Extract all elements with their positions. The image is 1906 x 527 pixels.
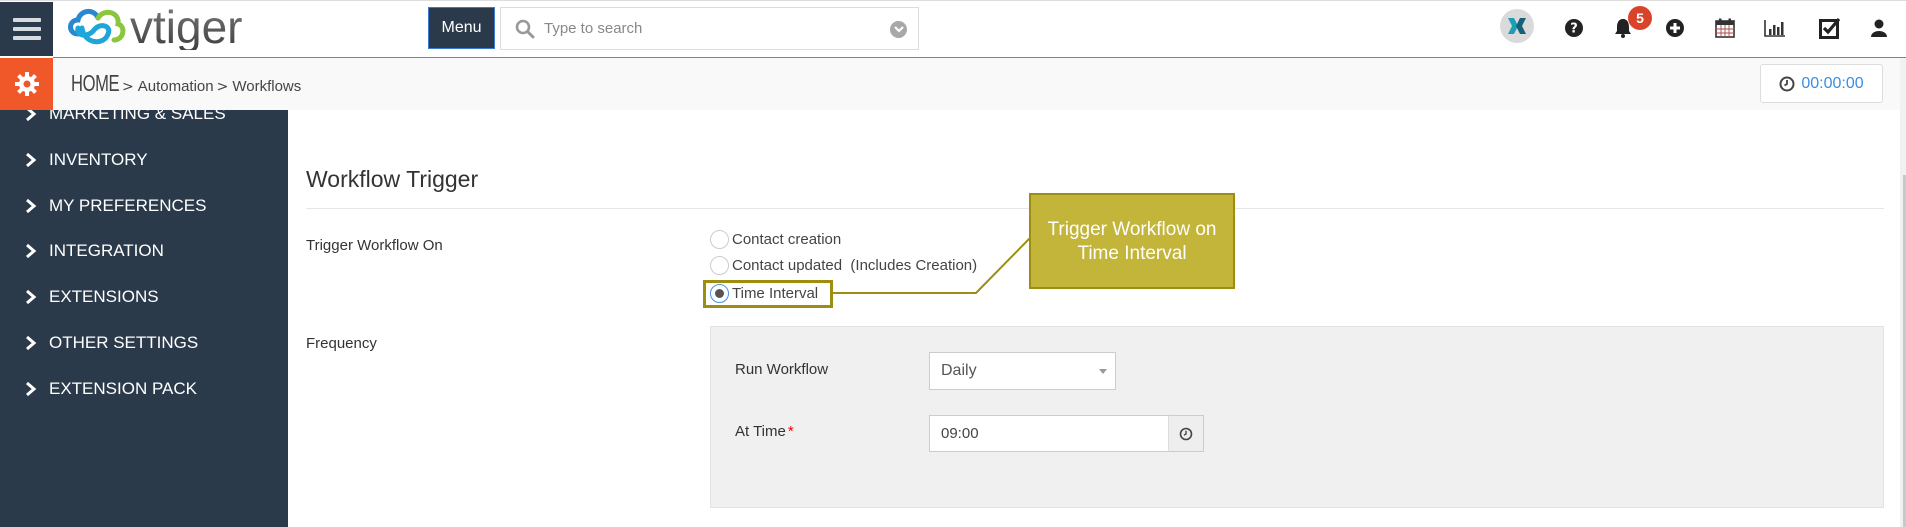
radio-button[interactable]: [710, 256, 729, 275]
radio-time-interval[interactable]: Time Interval: [710, 284, 818, 303]
chevron-right-icon: [26, 289, 37, 305]
clock-icon: [1179, 427, 1193, 440]
chevron-right-icon: [26, 243, 37, 259]
x-app-icon[interactable]: [1500, 9, 1534, 43]
menu-button[interactable]: Menu: [428, 7, 495, 49]
global-search[interactable]: [500, 7, 919, 50]
sidebar-item-inventory[interactable]: INVENTORY: [25, 150, 148, 170]
timer-value: 00:00:00: [1801, 74, 1864, 92]
notification-count-badge: 5: [1628, 6, 1652, 30]
run-workflow-select[interactable]: Daily: [929, 352, 1116, 390]
section-title: Workflow Trigger: [306, 166, 479, 192]
time-picker-button[interactable]: [1168, 415, 1204, 452]
radio-button[interactable]: [710, 230, 729, 249]
hamburger-icon-bar: [12, 27, 41, 31]
sidebar-item-my-preferences[interactable]: MY PREFERENCES: [25, 196, 206, 216]
calendar-icon[interactable]: [1710, 13, 1740, 43]
gear-icon: [14, 72, 39, 96]
sidebar-item-label: EXTENSIONS: [49, 287, 159, 306]
search-options-chevron-icon[interactable]: [890, 21, 907, 38]
sidebar-item-marketing-sales[interactable]: MARKETING & SALES: [25, 110, 226, 124]
sidebar-item-label: MARKETING & SALES: [49, 110, 226, 123]
sidebar-item-label: INTEGRATION: [49, 241, 164, 260]
run-workflow-value: Daily: [941, 362, 977, 379]
radio-label: Contact creation: [732, 231, 842, 248]
reports-icon[interactable]: [1760, 13, 1790, 43]
at-time-input[interactable]: [929, 415, 1169, 452]
at-time-label-text: At Time: [735, 423, 786, 440]
radio-label: Contact updated (Includes Creation): [732, 257, 978, 274]
clock-icon: [1779, 76, 1795, 91]
cloud-logo-icon: [68, 9, 126, 45]
search-icon: [515, 19, 535, 38]
sidebar-item-label: INVENTORY: [49, 150, 148, 169]
chevron-right-icon: [26, 152, 37, 168]
breadcrumb-bar: HOME > Automation > Workflows 00:00:00: [0, 58, 1900, 110]
sidebar-item-label: MY PREFERENCES: [49, 196, 207, 215]
top-navbar: vtiger Menu ? 5: [0, 0, 1906, 57]
sidebar-item-integration[interactable]: INTEGRATION: [25, 241, 164, 261]
radio-contact-creation[interactable]: Contact creation: [710, 230, 841, 249]
callout-text-line2: Time Interval: [1077, 243, 1187, 264]
radio-contact-updated[interactable]: Contact updated (Includes Creation): [710, 256, 977, 275]
at-time-label: At Time *: [735, 423, 794, 440]
vtiger-logo[interactable]: vtiger: [64, 3, 242, 51]
breadcrumb-separator: >: [216, 79, 229, 95]
breadcrumb-separator: >: [122, 79, 134, 95]
chevron-right-icon: [26, 198, 37, 214]
search-input[interactable]: [544, 20, 864, 37]
callout-text-line1: Trigger Workflow on: [1047, 219, 1217, 240]
hamburger-menu-button[interactable]: [0, 2, 53, 56]
plus-circle-icon[interactable]: [1660, 13, 1690, 43]
logo-text: vtiger: [130, 1, 243, 53]
breadcrumb-automation[interactable]: Automation: [138, 78, 214, 95]
trigger-workflow-on-label: Trigger Workflow On: [306, 237, 443, 254]
dropdown-caret-icon: [1099, 369, 1107, 374]
sidebar-item-extensions[interactable]: EXTENSIONS: [25, 287, 159, 307]
svg-text:?: ?: [1570, 22, 1578, 37]
sidebar-item-extension-pack[interactable]: EXTENSION PACK: [25, 379, 197, 399]
breadcrumb-home[interactable]: HOME: [71, 70, 120, 97]
radio-label: Time Interval: [732, 285, 819, 302]
help-icon[interactable]: ?: [1559, 13, 1589, 43]
breadcrumb-workflows[interactable]: Workflows: [232, 78, 301, 95]
required-asterisk: *: [787, 423, 794, 440]
settings-gear-button[interactable]: [0, 58, 53, 110]
user-icon[interactable]: [1864, 13, 1894, 43]
run-workflow-label: Run Workflow: [735, 361, 829, 378]
sidebar-item-label: EXTENSION PACK: [49, 379, 197, 398]
settings-sidebar: MARKETING & SALES INVENTORY MY PREFERENC…: [0, 110, 288, 527]
chevron-right-icon: [26, 335, 37, 351]
annotation-callout: Trigger Workflow on Time Interval: [1029, 193, 1235, 289]
chevron-right-icon: [26, 381, 37, 397]
chevron-right-icon: [26, 110, 37, 122]
hamburger-icon-bar: [12, 36, 41, 40]
timer-button[interactable]: 00:00:00: [1760, 64, 1883, 103]
radio-button-selected[interactable]: [710, 284, 729, 303]
frequency-label: Frequency: [306, 335, 377, 352]
sidebar-item-other-settings[interactable]: OTHER SETTINGS: [25, 333, 198, 353]
sidebar-item-label: OTHER SETTINGS: [49, 333, 199, 352]
breadcrumb: HOME > Automation > Workflows: [71, 70, 301, 97]
tasks-icon[interactable]: [1815, 13, 1845, 43]
frequency-panel: Run Workflow Daily At Time *: [710, 326, 1884, 508]
hamburger-icon-bar: [12, 18, 41, 22]
